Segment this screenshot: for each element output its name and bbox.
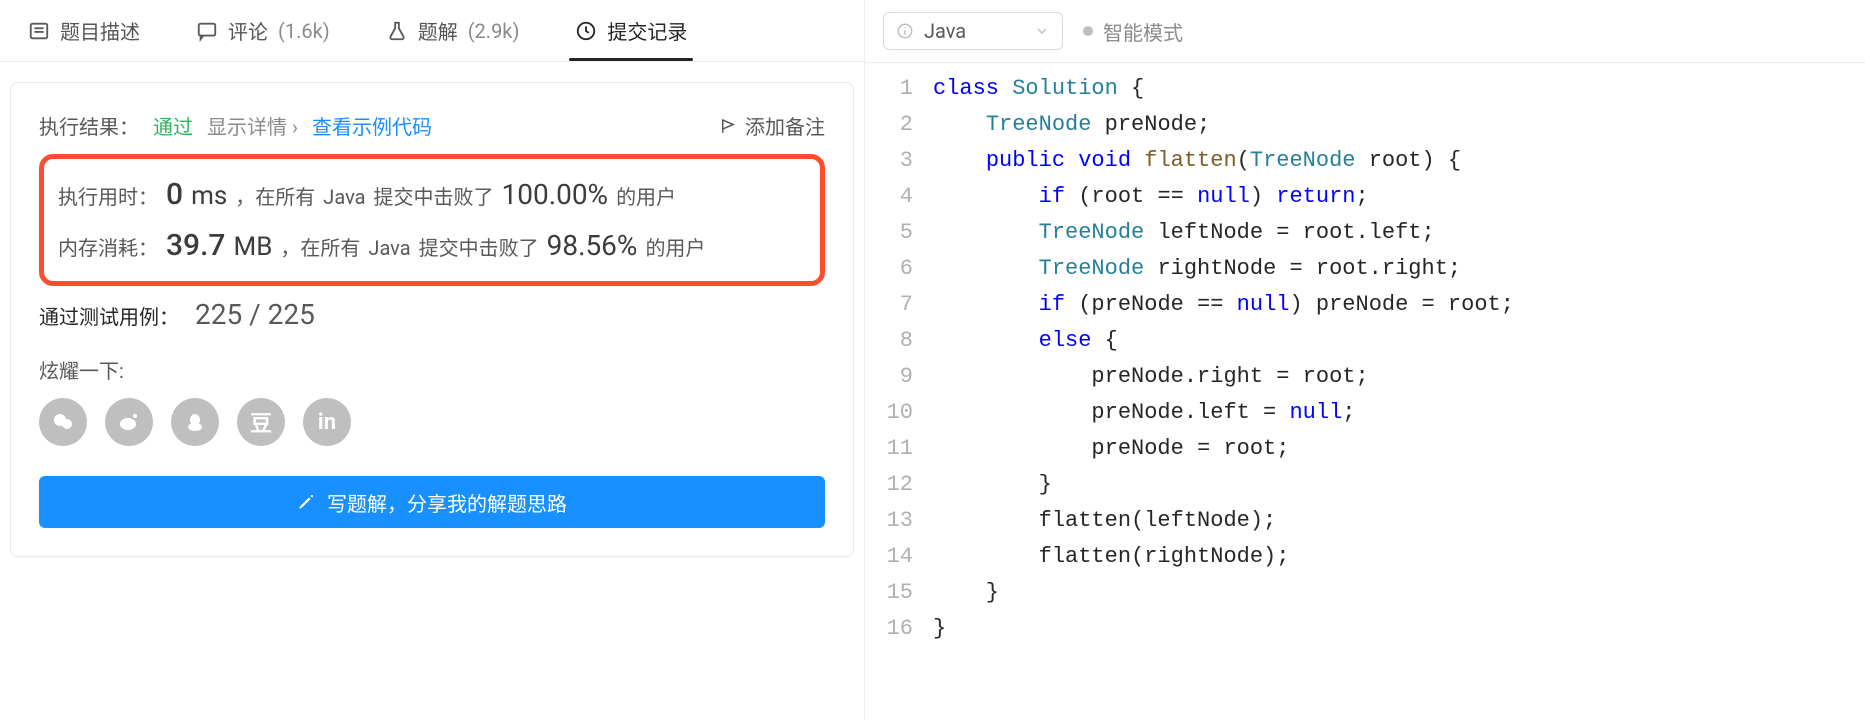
comment-icon <box>196 20 218 42</box>
runtime-value: 0 <box>166 177 183 212</box>
tab-solutions[interactable]: 题解 (2.9k) <box>358 0 548 61</box>
line-number: 1 <box>865 71 913 107</box>
runtime-percent: 100.00% <box>501 178 608 211</box>
language-select[interactable]: Java <box>883 12 1063 50</box>
code-line[interactable]: if (preNode == null) preNode = root; <box>933 287 1865 323</box>
tab-label: 提交记录 <box>607 16 687 45</box>
code-line[interactable]: public void flatten(TreeNode root) { <box>933 143 1865 179</box>
chevron-down-icon <box>1034 23 1050 39</box>
line-number: 4 <box>865 179 913 215</box>
weibo-icon[interactable] <box>105 398 153 446</box>
line-number: 6 <box>865 251 913 287</box>
line-number: 15 <box>865 575 913 611</box>
tests-label: 通过测试用例： <box>39 301 179 330</box>
tab-comments[interactable]: 评论 (1.6k) <box>168 0 358 61</box>
line-number: 5 <box>865 215 913 251</box>
language-label: Java <box>924 19 966 43</box>
line-gutter: 12345678910111213141516 <box>865 71 925 647</box>
line-number: 2 <box>865 107 913 143</box>
line-number: 11 <box>865 431 913 467</box>
mode-label: 智能模式 <box>1103 17 1183 46</box>
result-card: 执行结果： 通过 显示详情 › 查看示例代码 添加备注 <box>10 82 854 557</box>
memory-unit: MB <box>234 232 273 262</box>
code-line[interactable]: class Solution { <box>933 71 1865 107</box>
memory-row: 内存消耗： 39.7 MB ，在所有 Java 提交中击败了 98.56% 的用… <box>58 220 806 271</box>
line-number: 3 <box>865 143 913 179</box>
flag-icon <box>719 117 737 135</box>
smart-mode-indicator[interactable]: 智能模式 <box>1083 17 1183 46</box>
tab-submissions[interactable]: 提交记录 <box>547 0 715 61</box>
line-number: 13 <box>865 503 913 539</box>
line-number: 10 <box>865 395 913 431</box>
view-sample-link[interactable]: 查看示例代码 <box>312 111 432 140</box>
flask-icon <box>386 20 408 42</box>
add-note-button[interactable]: 添加备注 <box>719 111 825 140</box>
runtime-row: 执行用时： 0 ms ，在所有 Java 提交中击败了 100.00% 的用户 <box>58 169 806 220</box>
tab-count: (1.6k) <box>278 19 330 43</box>
memory-label: 内存消耗： <box>58 232 158 261</box>
code-line[interactable]: flatten(rightNode); <box>933 539 1865 575</box>
douban-icon[interactable]: 豆 <box>237 398 285 446</box>
linkedin-icon[interactable]: in <box>303 398 351 446</box>
show-detail-link[interactable]: 显示详情 › <box>207 111 298 140</box>
runtime-label: 执行用时： <box>58 181 158 210</box>
status-dot-icon <box>1083 26 1093 36</box>
qq-icon[interactable] <box>171 398 219 446</box>
status-badge: 通过 <box>153 111 193 140</box>
info-icon <box>896 22 914 40</box>
tabs-bar: 题目描述 评论 (1.6k) 题解 (2.9k) 提交记录 <box>0 0 864 62</box>
history-icon <box>575 20 597 42</box>
code-content[interactable]: class Solution { TreeNode preNode; publi… <box>925 71 1865 647</box>
code-line[interactable]: TreeNode leftNode = root.left; <box>933 215 1865 251</box>
code-line[interactable]: preNode = root; <box>933 431 1865 467</box>
wechat-icon[interactable] <box>39 398 87 446</box>
tests-value: 225 / 225 <box>195 298 315 331</box>
line-number: 16 <box>865 611 913 647</box>
code-editor[interactable]: 12345678910111213141516 class Solution {… <box>865 63 1865 647</box>
runtime-unit: ms <box>191 181 227 211</box>
tab-count: (2.9k) <box>468 19 520 43</box>
code-line[interactable]: } <box>933 467 1865 503</box>
code-line[interactable]: flatten(leftNode); <box>933 503 1865 539</box>
tab-label: 评论 <box>228 16 268 45</box>
memory-value: 39.7 <box>166 228 226 263</box>
code-line[interactable]: } <box>933 611 1865 647</box>
description-icon <box>28 20 50 42</box>
share-label: 炫耀一下: <box>39 355 825 384</box>
tab-label: 题解 <box>418 16 458 45</box>
code-line[interactable]: TreeNode rightNode = root.right; <box>933 251 1865 287</box>
line-number: 8 <box>865 323 913 359</box>
code-line[interactable]: } <box>933 575 1865 611</box>
exec-result-label: 执行结果： <box>39 111 139 140</box>
line-number: 14 <box>865 539 913 575</box>
line-number: 7 <box>865 287 913 323</box>
code-line[interactable]: preNode.right = root; <box>933 359 1865 395</box>
tab-description[interactable]: 题目描述 <box>0 0 168 61</box>
code-line[interactable]: if (root == null) return; <box>933 179 1865 215</box>
write-solution-button[interactable]: 写题解，分享我的解题思路 <box>39 476 825 528</box>
memory-percent: 98.56% <box>547 229 638 262</box>
tab-label: 题目描述 <box>60 16 140 45</box>
line-number: 9 <box>865 359 913 395</box>
code-line[interactable]: else { <box>933 323 1865 359</box>
editor-header: Java 智能模式 <box>865 0 1865 63</box>
code-line[interactable]: TreeNode preNode; <box>933 107 1865 143</box>
stats-highlight: 执行用时： 0 ms ，在所有 Java 提交中击败了 100.00% 的用户 … <box>39 154 825 286</box>
pencil-icon <box>297 493 315 511</box>
code-line[interactable]: preNode.left = null; <box>933 395 1865 431</box>
line-number: 12 <box>865 467 913 503</box>
